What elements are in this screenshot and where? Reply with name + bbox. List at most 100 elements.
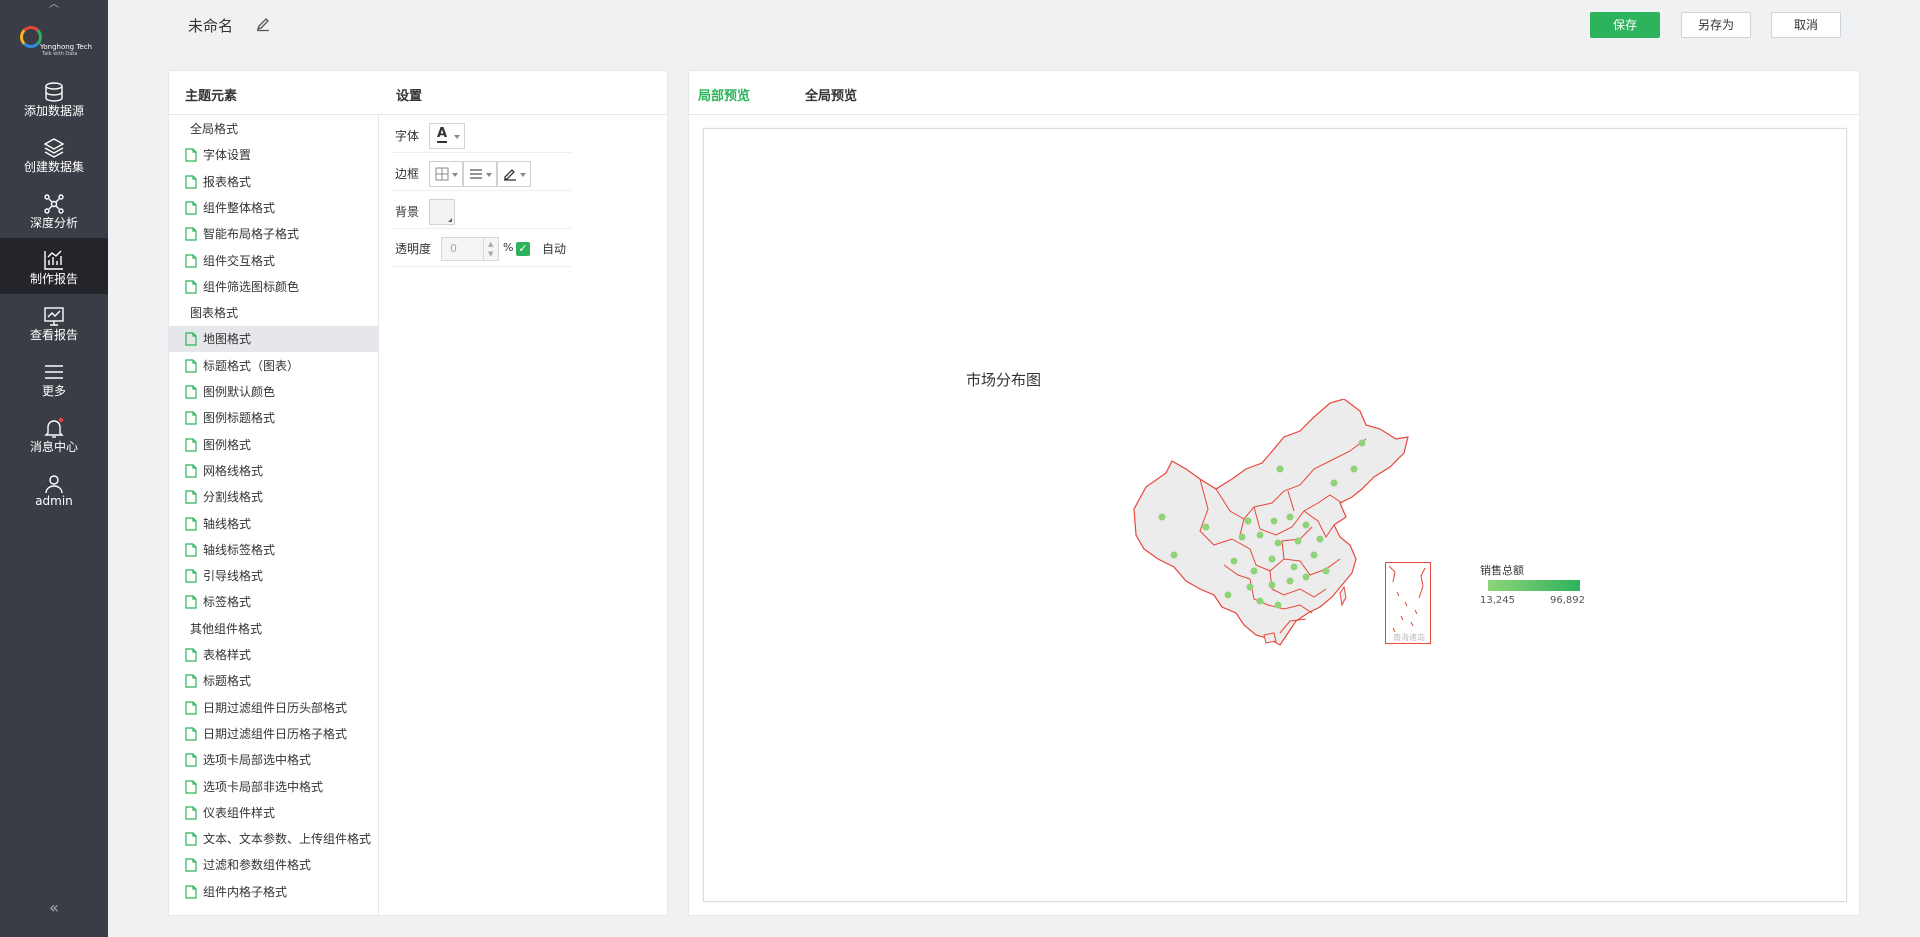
tree-item[interactable]: 标题格式（图表）: [169, 353, 379, 379]
tree-item[interactable]: 组件整体格式: [169, 195, 379, 221]
tree-group-header: 全局格式: [169, 116, 379, 142]
sidebar-item-messages[interactable]: 消息中心: [0, 406, 108, 462]
edit-title-icon[interactable]: [255, 16, 271, 32]
tree-item[interactable]: 组件内格子格式: [169, 879, 379, 905]
tree-item-label: 字体设置: [203, 148, 252, 163]
tree-item-label: 全局格式: [190, 122, 239, 136]
tree-item[interactable]: 标题格式: [169, 668, 379, 694]
tree-item[interactable]: 网格线格式: [169, 458, 379, 484]
tree-item-label: 分割线格式: [203, 490, 264, 505]
tree-item-label: 过滤和参数组件格式: [203, 858, 312, 873]
sidebar-item-label: 制作报告: [29, 272, 78, 286]
sidebar-item-add-datasource[interactable]: 添加数据源: [0, 70, 108, 126]
auto-checkbox[interactable]: ✓: [516, 242, 530, 256]
opacity-label: 透明度: [395, 242, 432, 256]
tree-item-label: 组件整体格式: [203, 200, 276, 215]
auto-label: 自动: [542, 242, 567, 256]
tree-item-label: 标题格式（图表）: [203, 358, 300, 373]
theme-panel-header: 主题元素 设置: [169, 71, 667, 115]
legend-title: 销售总额: [1480, 564, 1524, 577]
collapse-sidebar-icon[interactable]: «: [44, 898, 64, 918]
tree-item[interactable]: 分割线格式: [169, 484, 379, 510]
document-icon: [185, 885, 197, 899]
tab-local-preview[interactable]: 局部预览: [698, 85, 750, 104]
tree-item[interactable]: 仪表组件样式: [169, 800, 379, 826]
sidebar-item-view-report[interactable]: 查看报告: [0, 294, 108, 350]
logo-text: Yonghong Tech: [40, 43, 93, 51]
background-color-picker[interactable]: [429, 199, 455, 225]
sidebar-item-label: 添加数据源: [23, 104, 84, 118]
tree-item-label: 组件筛选图标颜色: [203, 279, 300, 294]
tree-item[interactable]: 选项卡局部选中格式: [169, 747, 379, 773]
font-label: 字体: [395, 129, 420, 143]
border-style-dropdown[interactable]: [463, 161, 497, 187]
sidebar-item-more[interactable]: 更多: [0, 350, 108, 406]
tree-item[interactable]: 轴线标签格式: [169, 537, 379, 563]
tree-item[interactable]: 报表格式: [169, 169, 379, 195]
tree-item[interactable]: 过滤和参数组件格式: [169, 852, 379, 878]
sidebar-item-create-dataset[interactable]: 创建数据集: [0, 126, 108, 182]
font-color-dropdown[interactable]: A: [429, 123, 465, 149]
tree-item[interactable]: 字体设置: [169, 142, 379, 168]
border-position-dropdown[interactable]: [429, 161, 463, 187]
tree-item[interactable]: 图例标题格式: [169, 405, 379, 431]
document-icon: [185, 174, 197, 189]
theme-element-tree: 全局格式字体设置报表格式组件整体格式智能布局格子格式组件交互格式组件筛选图标颜色…: [169, 115, 379, 915]
map-title: 市场分布图: [966, 371, 1042, 389]
tree-item[interactable]: 地图格式: [169, 326, 379, 353]
document-icon: [185, 832, 197, 846]
tree-item-label: 组件交互格式: [203, 253, 276, 268]
background-setting-row: 背景: [391, 191, 571, 229]
tree-item-label: 图例格式: [203, 437, 252, 452]
tree-item[interactable]: 日期过滤组件日历头部格式: [169, 695, 379, 721]
tree-item[interactable]: 选项卡局部非选中格式: [169, 774, 379, 800]
tree-item-label: 选项卡局部选中格式: [203, 753, 312, 768]
sidebar-item-label: admin: [35, 494, 73, 508]
database-icon: [45, 82, 63, 102]
tree-item[interactable]: 组件筛选图标颜色: [169, 274, 379, 300]
save-button[interactable]: 保存: [1590, 12, 1660, 38]
tree-item[interactable]: 组件交互格式: [169, 248, 379, 274]
tree-item[interactable]: 日期过滤组件日历格子格式: [169, 721, 379, 747]
font-color-icon: A: [437, 126, 448, 143]
tree-item-label: 图例标题格式: [203, 411, 276, 426]
preview-canvas: 市场分布图 南海诸岛 销售总额 13,245 96,892: [703, 128, 1847, 902]
document-icon: [185, 253, 197, 268]
tree-item[interactable]: 轴线格式: [169, 511, 379, 537]
tree-item[interactable]: 表格样式: [169, 642, 379, 668]
chevron-down-icon: [454, 135, 460, 139]
hainan-outline: [1263, 632, 1277, 644]
sidebar-item-deep-analysis[interactable]: 深度分析: [0, 182, 108, 238]
preview-panel: 局部预览 全局预览 市场分布图 南海诸岛 销售总额 13,245 96,892: [688, 70, 1860, 916]
document-icon: [185, 332, 197, 346]
document-icon: [185, 779, 197, 794]
document-icon: [185, 569, 197, 583]
save-as-button[interactable]: 另存为: [1681, 12, 1751, 38]
logo-tagline: Talk with Data: [42, 51, 78, 57]
opacity-stepper[interactable]: ▲ ▼: [483, 237, 499, 261]
document-icon: [185, 280, 197, 294]
tree-item[interactable]: 图例默认颜色: [169, 379, 379, 405]
document-icon: [185, 648, 197, 662]
chevron-down-icon: ▼: [488, 250, 494, 258]
document-icon: [185, 753, 197, 767]
tree-item-label: 选项卡局部非选中格式: [203, 779, 324, 794]
logo: Yonghong Tech Talk with Data: [18, 22, 98, 62]
sidebar-item-label: 消息中心: [29, 440, 78, 454]
scroll-up-icon[interactable]: ︿: [0, 0, 108, 12]
cancel-button[interactable]: 取消: [1771, 12, 1841, 38]
sidebar-item-user[interactable]: admin: [0, 462, 108, 518]
border-color-dropdown[interactable]: [497, 161, 531, 187]
border-setting-row: 边框: [391, 153, 571, 191]
document-icon: [185, 595, 197, 609]
tree-item[interactable]: 引导线格式: [169, 563, 379, 589]
tab-global-preview[interactable]: 全局预览: [805, 85, 857, 104]
sidebar-item-make-report[interactable]: 制作报告: [0, 238, 108, 294]
tree-item[interactable]: 文本、文本参数、上传组件格式: [169, 826, 379, 852]
tree-item[interactable]: 标签格式: [169, 589, 379, 615]
tree-item[interactable]: 智能布局格子格式: [169, 221, 379, 247]
user-icon: [45, 475, 63, 494]
tree-item[interactable]: 图例格式: [169, 432, 379, 458]
tree-item-label: 标题格式: [203, 674, 252, 689]
settings-heading: 设置: [396, 89, 423, 104]
